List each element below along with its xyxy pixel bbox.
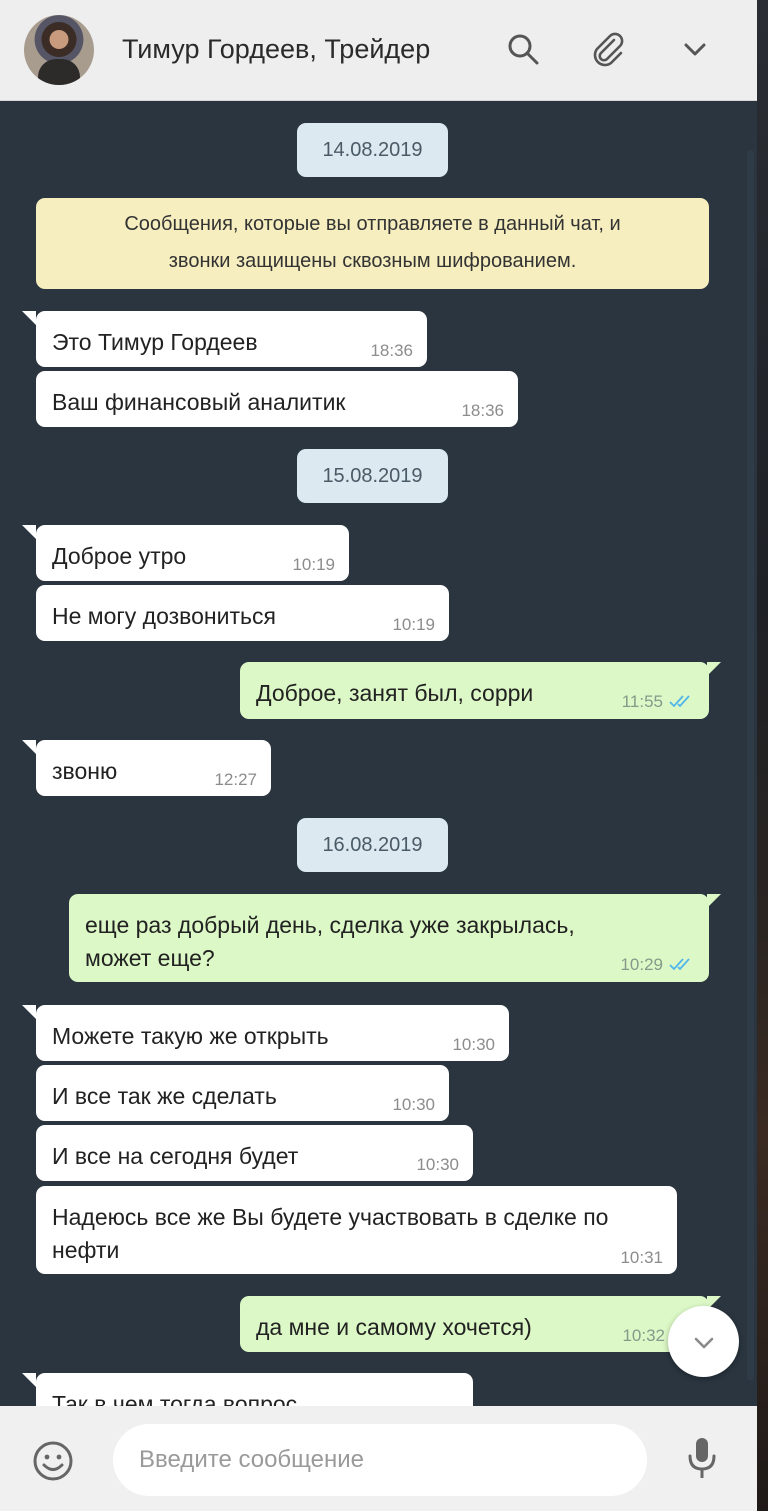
chevron-down-icon: [694, 1337, 714, 1349]
message-time-status: 11:55: [622, 692, 695, 713]
message-bubble-incoming[interactable]: Так в чем тогда вопрос: [22, 1373, 473, 1406]
chat-window: Тимур Гордеев, Трейдер 14.08.2019 Сообще…: [0, 0, 757, 1511]
message-bubble-incoming[interactable]: Можете такую же открыть 10:30: [22, 1005, 509, 1061]
message-bubble-incoming[interactable]: Ваш финансовый аналитик 18:36: [36, 371, 518, 427]
message-list: 14.08.2019 Сообщения, которые вы отправл…: [0, 101, 757, 1406]
scroll-to-bottom-button[interactable]: [668, 1306, 739, 1377]
message-text: да мне и самому хочется): [256, 1314, 532, 1340]
message-text: Доброе утро: [52, 543, 187, 569]
message-time: 12:27: [214, 770, 257, 789]
date-separator: 16.08.2019: [297, 818, 448, 872]
chevron-down-icon[interactable]: [677, 31, 713, 67]
message-time: 10:29: [620, 955, 663, 975]
message-text: звоню: [52, 758, 118, 784]
bubble-tail: [22, 311, 36, 325]
message-composer: [0, 1406, 757, 1511]
message-text: еще раз добрый день, сделка уже закрылас…: [85, 912, 575, 971]
bubble-tail: [22, 1005, 36, 1019]
message-time: 18:36: [461, 401, 504, 420]
background-strip: [757, 0, 768, 1511]
encryption-notice-line: Сообщения, которые вы отправляете в данн…: [124, 213, 621, 235]
message-text: Можете такую же открыть: [52, 1023, 329, 1049]
message-text: Не могу дозвониться: [52, 603, 276, 629]
encryption-notice: Сообщения, которые вы отправляете в данн…: [36, 198, 709, 289]
message-bubble-incoming[interactable]: И все так же сделать 10:30: [36, 1065, 449, 1121]
message-text: И все так же сделать: [52, 1083, 277, 1109]
message-bubble-incoming[interactable]: звоню 12:27: [22, 740, 271, 796]
message-bubble-incoming[interactable]: Надеюсь все же Вы будете участвовать в с…: [36, 1186, 677, 1274]
message-bubble-outgoing[interactable]: да мне и самому хочется) 10:32: [240, 1296, 721, 1352]
double-check-icon: [669, 693, 695, 713]
message-time: 18:36: [370, 341, 413, 360]
message-text: Так в чем тогда вопрос: [52, 1391, 298, 1406]
message-bubble-incoming[interactable]: И все на сегодня будет 10:30: [36, 1125, 473, 1181]
message-time: 11:55: [621, 692, 663, 712]
message-text: Доброе, занят был, сорри: [256, 680, 534, 706]
microphone-icon[interactable]: [684, 1436, 720, 1482]
bubble-tail: [707, 894, 721, 908]
message-text: И все на сегодня будет: [52, 1143, 299, 1169]
bubble-tail: [22, 525, 36, 539]
message-input[interactable]: [113, 1424, 647, 1496]
double-check-icon: [669, 956, 695, 976]
chat-header: Тимур Гордеев, Трейдер: [0, 0, 757, 101]
bubble-tail: [22, 1373, 36, 1387]
contact-name[interactable]: Тимур Гордеев, Трейдер: [122, 34, 430, 65]
message-time: 10:32: [622, 1326, 665, 1345]
message-bubble-incoming[interactable]: Доброе утро 10:19: [22, 525, 349, 581]
bubble-tail: [707, 662, 721, 676]
message-text: Это Тимур Гордеев: [52, 329, 258, 355]
message-text: Надеюсь все же Вы будете участвовать в с…: [52, 1204, 609, 1263]
date-separator: 15.08.2019: [297, 449, 448, 503]
contact-avatar[interactable]: [24, 15, 94, 85]
message-time-status: 10:29: [620, 955, 695, 976]
message-bubble-incoming[interactable]: Это Тимур Гордеев 18:36: [22, 311, 427, 367]
message-time: 10:30: [416, 1155, 459, 1174]
message-time: 10:19: [292, 555, 335, 574]
emoji-icon[interactable]: [32, 1440, 74, 1482]
message-bubble-incoming[interactable]: Не могу дозвониться 10:19: [36, 585, 449, 641]
search-icon[interactable]: [505, 31, 541, 67]
encryption-notice-line: звонки защищены сквозным шифрованием.: [168, 250, 577, 272]
message-text: Ваш финансовый аналитик: [52, 389, 346, 415]
message-time: 10:30: [392, 1095, 435, 1114]
paperclip-icon[interactable]: [590, 31, 626, 67]
date-separator: 14.08.2019: [297, 123, 448, 177]
message-time: 10:19: [392, 615, 435, 634]
bubble-tail: [22, 740, 36, 754]
message-bubble-outgoing[interactable]: еще раз добрый день, сделка уже закрылас…: [69, 894, 721, 982]
message-time: 10:30: [452, 1035, 495, 1054]
message-bubble-outgoing[interactable]: Доброе, занят был, сорри 11:55: [240, 662, 721, 719]
message-time: 10:31: [620, 1248, 663, 1267]
